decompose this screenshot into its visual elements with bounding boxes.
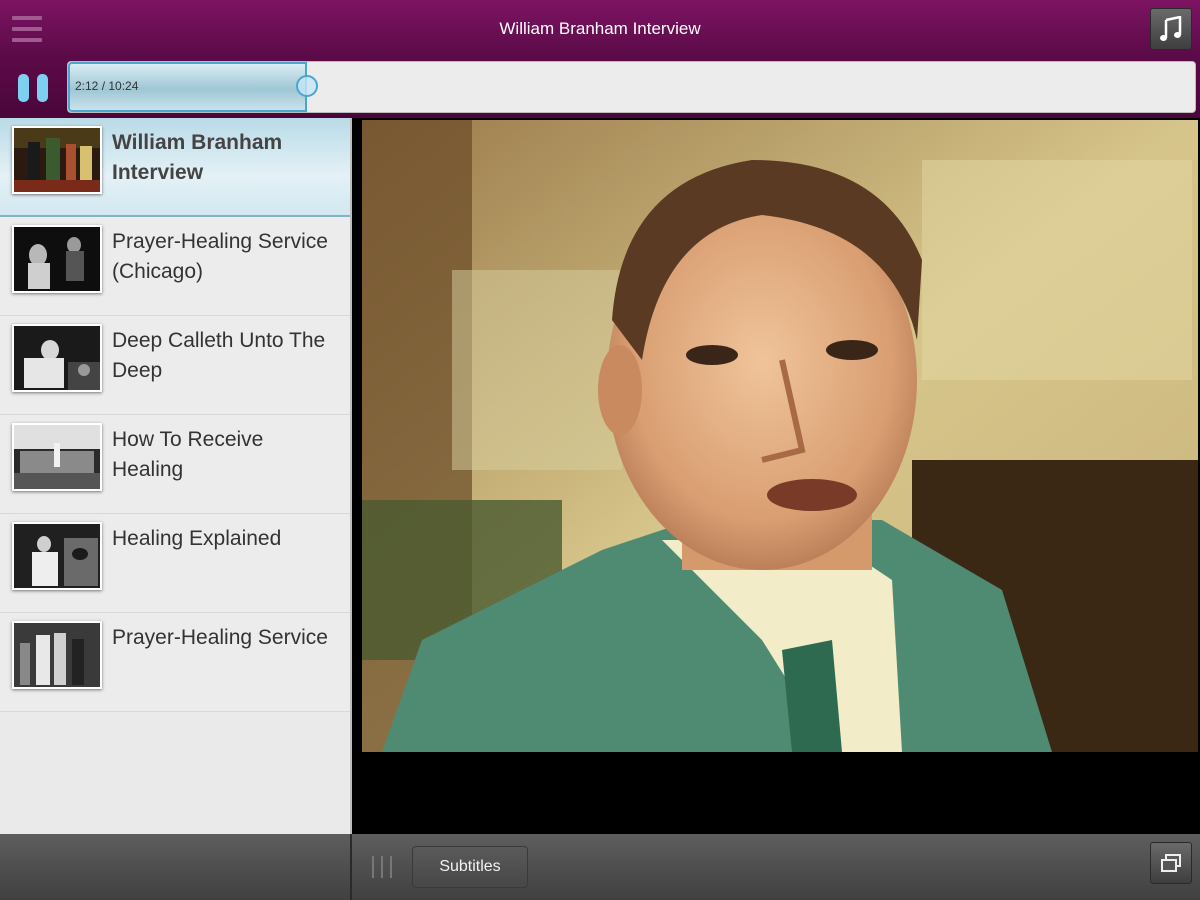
- subtitles-button[interactable]: Subtitles: [412, 846, 528, 888]
- seek-bar[interactable]: 2:12 / 10:24: [67, 61, 1196, 113]
- thumbnail: [12, 225, 102, 293]
- thumbnail: [12, 423, 102, 491]
- seek-handle[interactable]: [296, 75, 318, 97]
- audio-button[interactable]: [1150, 8, 1192, 50]
- video-still: [362, 120, 1198, 752]
- playlist-item-title: Healing Explained: [112, 527, 282, 550]
- sidebar-toolbar: [0, 834, 352, 900]
- playlist-sidebar: William Branham Interview Prayer-Healing…: [0, 118, 352, 834]
- playlist-item-title: Prayer-Healing Service (Chicago): [112, 230, 328, 283]
- page-title: William Branham Interview: [499, 19, 701, 38]
- playlist-item[interactable]: Healing Explained: [0, 514, 350, 613]
- thumbnail: [12, 522, 102, 590]
- playlist-item[interactable]: How To Receive Healing: [0, 415, 350, 514]
- video-toolbar: Subtitles: [352, 834, 1200, 900]
- playlist-item[interactable]: Prayer-Healing Service (Chicago): [0, 217, 350, 316]
- video-player-app: William Branham Interview 2:12 / 10:24 W…: [0, 0, 1200, 900]
- playlist-item-title: How To Receive Healing: [112, 428, 264, 481]
- title-bar: William Branham Interview: [0, 0, 1200, 58]
- video-frame[interactable]: [362, 120, 1198, 752]
- playlist-item-title: Prayer-Healing Service: [112, 626, 328, 649]
- music-note-icon: [1160, 16, 1182, 41]
- thumbnail: [12, 126, 102, 194]
- thumbnail: [12, 621, 102, 689]
- video-area[interactable]: [352, 118, 1200, 834]
- playlist-item[interactable]: Prayer-Healing Service: [0, 613, 350, 712]
- drag-handle-icon[interactable]: [372, 856, 392, 878]
- fullscreen-icon: [1161, 854, 1181, 872]
- player-controls: 2:12 / 10:24: [0, 58, 1200, 118]
- playlist-item[interactable]: Deep Calleth Unto The Deep: [0, 316, 350, 415]
- pause-icon[interactable]: [18, 74, 48, 102]
- time-display: 2:12 / 10:24: [75, 79, 139, 93]
- thumbnail: [12, 324, 102, 392]
- playlist-item-title: Deep Calleth Unto The Deep: [112, 329, 326, 382]
- playlist-item-title: William Branham Interview: [112, 131, 283, 184]
- playlist-item[interactable]: William Branham Interview: [0, 118, 350, 217]
- fullscreen-button[interactable]: [1150, 842, 1192, 884]
